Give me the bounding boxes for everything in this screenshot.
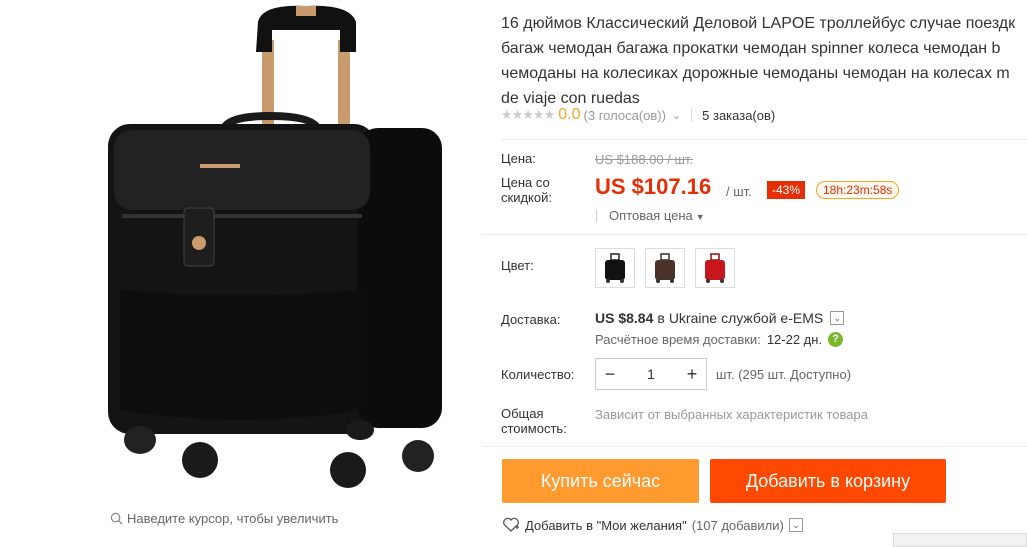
- zoom-hint: Наведите курсор, чтобы увеличить: [110, 511, 338, 526]
- title-line: 16 дюймов Классический Деловой LAPOE тро…: [501, 15, 1016, 32]
- total-note: Зависит от выбранных характеристик товар…: [595, 407, 868, 422]
- divider: [482, 446, 1027, 447]
- wishlist-text: Добавить в "Мои желания": [525, 517, 687, 533]
- quantity-input[interactable]: 1: [624, 366, 678, 382]
- shipping-estimate: Расчётное время доставки: 12-22 дн. ?: [595, 332, 844, 347]
- color-swatch-black[interactable]: [595, 248, 635, 288]
- caret-down-icon: ▼: [695, 212, 705, 222]
- color-label: Цвет:: [501, 258, 534, 273]
- quantity-label: Количество:: [501, 367, 575, 382]
- product-image[interactable]: [100, 0, 450, 500]
- divider: [596, 210, 597, 222]
- wholesale-price-dropdown[interactable]: Оптовая цена ▼: [609, 208, 705, 223]
- add-to-cart-button[interactable]: Добавить в корзину: [710, 459, 946, 503]
- price-unit: / шт.: [726, 184, 752, 199]
- wishlist-count: (107 добавили): [691, 517, 784, 533]
- title-line: багаж чемодан багажа прокатки чемодан sp…: [501, 40, 1001, 57]
- chevron-down-icon[interactable]: ⌄: [788, 518, 803, 532]
- help-icon[interactable]: ?: [828, 332, 844, 347]
- product-title: 16 дюймов Классический Деловой LAPOE тро…: [501, 11, 1027, 111]
- quantity-stepper: − 1 +: [595, 358, 707, 390]
- estimate-label: Расчётное время доставки:: [595, 332, 761, 347]
- corner-widget: [893, 533, 1027, 547]
- divider: [501, 139, 1027, 140]
- shipping-label: Доставка:: [501, 312, 561, 327]
- title-line: чемоданы на колесиках дорожные чемоданы …: [501, 65, 1010, 82]
- chevron-down-icon[interactable]: ⌄: [672, 109, 681, 122]
- price-label: Цена:: [501, 151, 536, 166]
- countdown-timer: 18h:23m:58s: [816, 181, 900, 199]
- wholesale-label: Оптовая цена: [609, 208, 693, 223]
- divider: [691, 108, 693, 122]
- magnifier-icon: [110, 512, 123, 525]
- shipping-cost: US $8.84: [595, 310, 654, 326]
- rating-value: 0.0: [558, 106, 581, 123]
- chevron-down-icon[interactable]: ⌄: [830, 311, 845, 325]
- discount-price-label: Цена со скидкой:: [501, 175, 552, 205]
- total-label: Общая стоимость:: [501, 406, 567, 436]
- heart-plus-icon: [503, 517, 519, 532]
- shipping-info: US $8.84 в Ukraine службой e-EMS ⌄: [595, 310, 845, 326]
- wishlist-row[interactable]: Добавить в "Мои желания" (107 добавили) …: [502, 517, 803, 533]
- color-swatch-red[interactable]: [695, 248, 735, 288]
- divider: [482, 234, 1027, 235]
- discount-badge: -43%: [767, 181, 806, 199]
- orders-count: 5 заказа(ов): [702, 107, 776, 123]
- shipping-country[interactable]: Ukraine: [669, 310, 717, 326]
- shipping-service: службой e-EMS: [721, 310, 824, 326]
- old-price: US $188.00 / шт.: [595, 152, 694, 167]
- estimate-days: 12-22 дн.: [766, 332, 823, 347]
- buy-now-button[interactable]: Купить сейчас: [502, 459, 699, 503]
- rating-votes-link[interactable]: (3 голоса(ов)): [584, 108, 666, 123]
- discount-price: US $107.16: [595, 174, 712, 199]
- zoom-hint-text: Наведите курсор, чтобы увеличить: [127, 511, 339, 526]
- rating-row: ★★★★★ 0.0 (3 голоса(ов)) ⌄ 5 заказа(ов): [501, 106, 775, 124]
- color-swatch-brown[interactable]: [645, 248, 685, 288]
- rating-stars-icon: ★★★★★: [501, 107, 555, 122]
- product-gallery[interactable]: Наведите курсор, чтобы увеличить: [0, 0, 482, 547]
- shipping-in: в: [657, 310, 665, 326]
- minus-icon[interactable]: −: [596, 364, 624, 385]
- quantity-available: шт. (295 шт. Доступно): [716, 367, 852, 382]
- plus-icon[interactable]: +: [678, 364, 706, 385]
